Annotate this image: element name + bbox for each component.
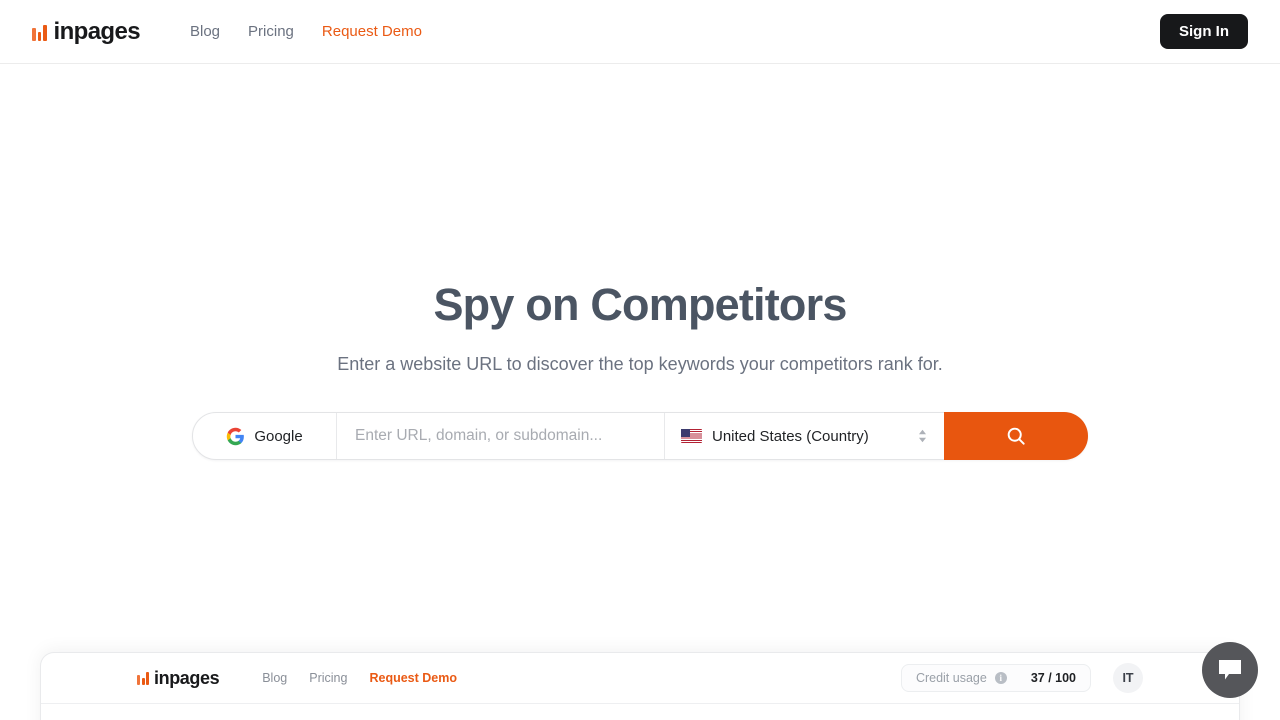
bar-chart-icon [137,671,149,685]
google-g-icon [227,427,245,445]
preview-nav-link-request-demo[interactable]: Request Demo [358,667,468,689]
nav-link-request-demo[interactable]: Request Demo [308,17,436,46]
nav-link-blog[interactable]: Blog [176,17,234,46]
search-engine-label: Google [254,427,303,445]
us-flag-icon [681,429,702,443]
preview-body [41,704,1239,720]
preview-nav-link-pricing[interactable]: Pricing [298,667,358,689]
country-selector[interactable]: United States (Country) [664,413,944,459]
chat-widget-button[interactable] [1202,642,1258,698]
search-bar: Google United States (Country) [192,412,1088,460]
search-input[interactable] [337,413,664,459]
brand-logo[interactable]: inpages [32,17,141,46]
sign-in-button[interactable]: Sign In [1160,14,1248,49]
nav-link-pricing[interactable]: Pricing [234,17,308,46]
search-icon [1007,427,1025,445]
preview-navbar: inpages Blog Pricing Request Demo Credit… [41,653,1239,704]
credit-usage-label: Credit usage [915,671,987,685]
primary-nav: Blog Pricing Request Demo [176,17,436,46]
landing-page: inpages Blog Pricing Request Demo Sign I… [0,0,1280,720]
credit-usage-value: 37 / 100 [1030,671,1076,685]
search-submit-button[interactable] [944,412,1088,460]
bar-chart-icon [32,23,47,41]
brand-name: inpages [53,17,141,45]
top-navbar: inpages Blog Pricing Request Demo Sign I… [0,0,1280,64]
country-selector-label: United States (Country) [712,427,869,445]
preview-nav-link-blog[interactable]: Blog [251,667,298,689]
search-engine-selector[interactable]: Google [193,413,337,459]
preview-brand-logo[interactable]: inpages [137,667,220,689]
preview-nav-links: Blog Pricing Request Demo [251,667,468,689]
app-preview-card: inpages Blog Pricing Request Demo Credit… [40,652,1240,720]
avatar[interactable]: IT [1113,663,1143,693]
chevron-up-down-icon [918,429,927,443]
chat-bubble-icon [1219,660,1241,680]
credit-usage-chip[interactable]: Credit usage i 37 / 100 [900,664,1091,692]
hero-section: Spy on Competitors Enter a website URL t… [0,64,1280,375]
hero-subtitle: Enter a website URL to discover the top … [337,354,943,375]
preview-brand-name: inpages [154,667,220,688]
info-icon[interactable]: i [994,672,1007,684]
page-title: Spy on Competitors [433,279,847,330]
